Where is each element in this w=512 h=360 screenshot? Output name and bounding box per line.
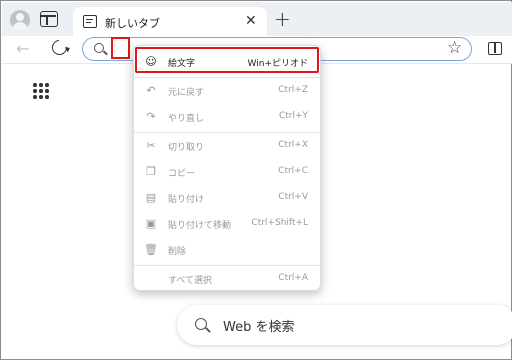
menu-item-redo[interactable]: ↷ やり直し Ctrl+Y bbox=[134, 105, 320, 129]
menu-item-label: 貼り付け bbox=[168, 195, 205, 205]
web-search-box[interactable]: Web を検索 bbox=[177, 305, 512, 345]
menu-item-paste[interactable]: ▤ 貼り付け Ctrl+V bbox=[134, 186, 320, 210]
address-input-highlight bbox=[111, 37, 130, 59]
menu-item-label: コピー bbox=[168, 169, 196, 179]
refresh-icon[interactable] bbox=[48, 36, 71, 59]
tab-strip: 新しいタブ ✕ + bbox=[2, 2, 512, 37]
context-menu: ☺ 絵文字 Win+ピリオド ↶ 元に戻す Ctrl+Z ↷ やり直し Ctrl… bbox=[133, 45, 321, 291]
profile-avatar-icon[interactable] bbox=[10, 10, 30, 30]
back-arrow-icon[interactable]: ← bbox=[16, 39, 29, 58]
tab-title: 新しいタブ bbox=[105, 17, 160, 30]
new-tab-plus-icon[interactable]: + bbox=[274, 9, 291, 29]
tab-actions-icon[interactable] bbox=[40, 11, 58, 27]
paste-go-icon: ▣ bbox=[145, 217, 157, 230]
menu-item-shortcut: Ctrl+C bbox=[278, 166, 308, 176]
menu-item-undo[interactable]: ↶ 元に戻す Ctrl+Z bbox=[134, 79, 320, 103]
menu-item-shortcut: Ctrl+X bbox=[278, 140, 308, 150]
menu-item-label: 元に戻す bbox=[168, 88, 205, 98]
paste-icon: ▤ bbox=[145, 191, 157, 204]
menu-separator bbox=[134, 265, 320, 266]
emoji-item-highlight bbox=[135, 47, 319, 73]
trash-icon: 🗑 bbox=[144, 243, 158, 256]
menu-separator bbox=[134, 77, 320, 78]
redo-icon: ↷ bbox=[146, 110, 156, 123]
undo-icon: ↶ bbox=[146, 84, 156, 97]
menu-item-label: 切り取り bbox=[168, 143, 205, 153]
apps-launcher-icon[interactable] bbox=[33, 83, 49, 99]
menu-item-delete[interactable]: 🗑 削除 bbox=[134, 238, 320, 262]
menu-item-cut[interactable]: ✂ 切り取り Ctrl+X bbox=[134, 134, 320, 158]
menu-item-label: やり直し bbox=[168, 114, 205, 124]
menu-item-label: すべて選択 bbox=[168, 276, 213, 286]
menu-item-paste-and-go[interactable]: ▣ 貼り付けて移動 Ctrl+Shift+L bbox=[134, 212, 320, 236]
menu-item-shortcut: Ctrl+Shift+L bbox=[251, 218, 308, 228]
menu-separator bbox=[134, 132, 320, 133]
menu-item-shortcut: Ctrl+V bbox=[278, 192, 308, 202]
menu-item-label: 貼り付けて移動 bbox=[168, 221, 232, 231]
menu-item-shortcut: Ctrl+Z bbox=[278, 85, 308, 95]
menu-item-copy[interactable]: ❐ コピー Ctrl+C bbox=[134, 160, 320, 184]
search-icon bbox=[195, 318, 207, 330]
search-icon bbox=[94, 43, 104, 53]
tab-new-tab[interactable]: 新しいタブ ✕ bbox=[73, 7, 267, 37]
new-tab-page-icon bbox=[83, 15, 97, 28]
browser-window: 新しいタブ ✕ + ← ☆ Web を検索 ☺ 絵文字 Win+ピリオド ↶ 元… bbox=[0, 0, 512, 360]
scissors-icon: ✂ bbox=[146, 139, 156, 152]
menu-item-shortcut: Ctrl+Y bbox=[278, 111, 308, 121]
close-tab-icon[interactable]: ✕ bbox=[245, 13, 257, 29]
web-search-placeholder: Web を検索 bbox=[223, 320, 295, 335]
split-screen-icon[interactable] bbox=[488, 42, 502, 55]
menu-item-label: 削除 bbox=[168, 247, 187, 257]
copy-icon: ❐ bbox=[146, 165, 156, 178]
favorite-star-icon[interactable]: ☆ bbox=[447, 38, 462, 58]
menu-item-select-all[interactable]: すべて選択 Ctrl+A bbox=[134, 267, 320, 291]
menu-item-shortcut: Ctrl+A bbox=[278, 273, 308, 283]
